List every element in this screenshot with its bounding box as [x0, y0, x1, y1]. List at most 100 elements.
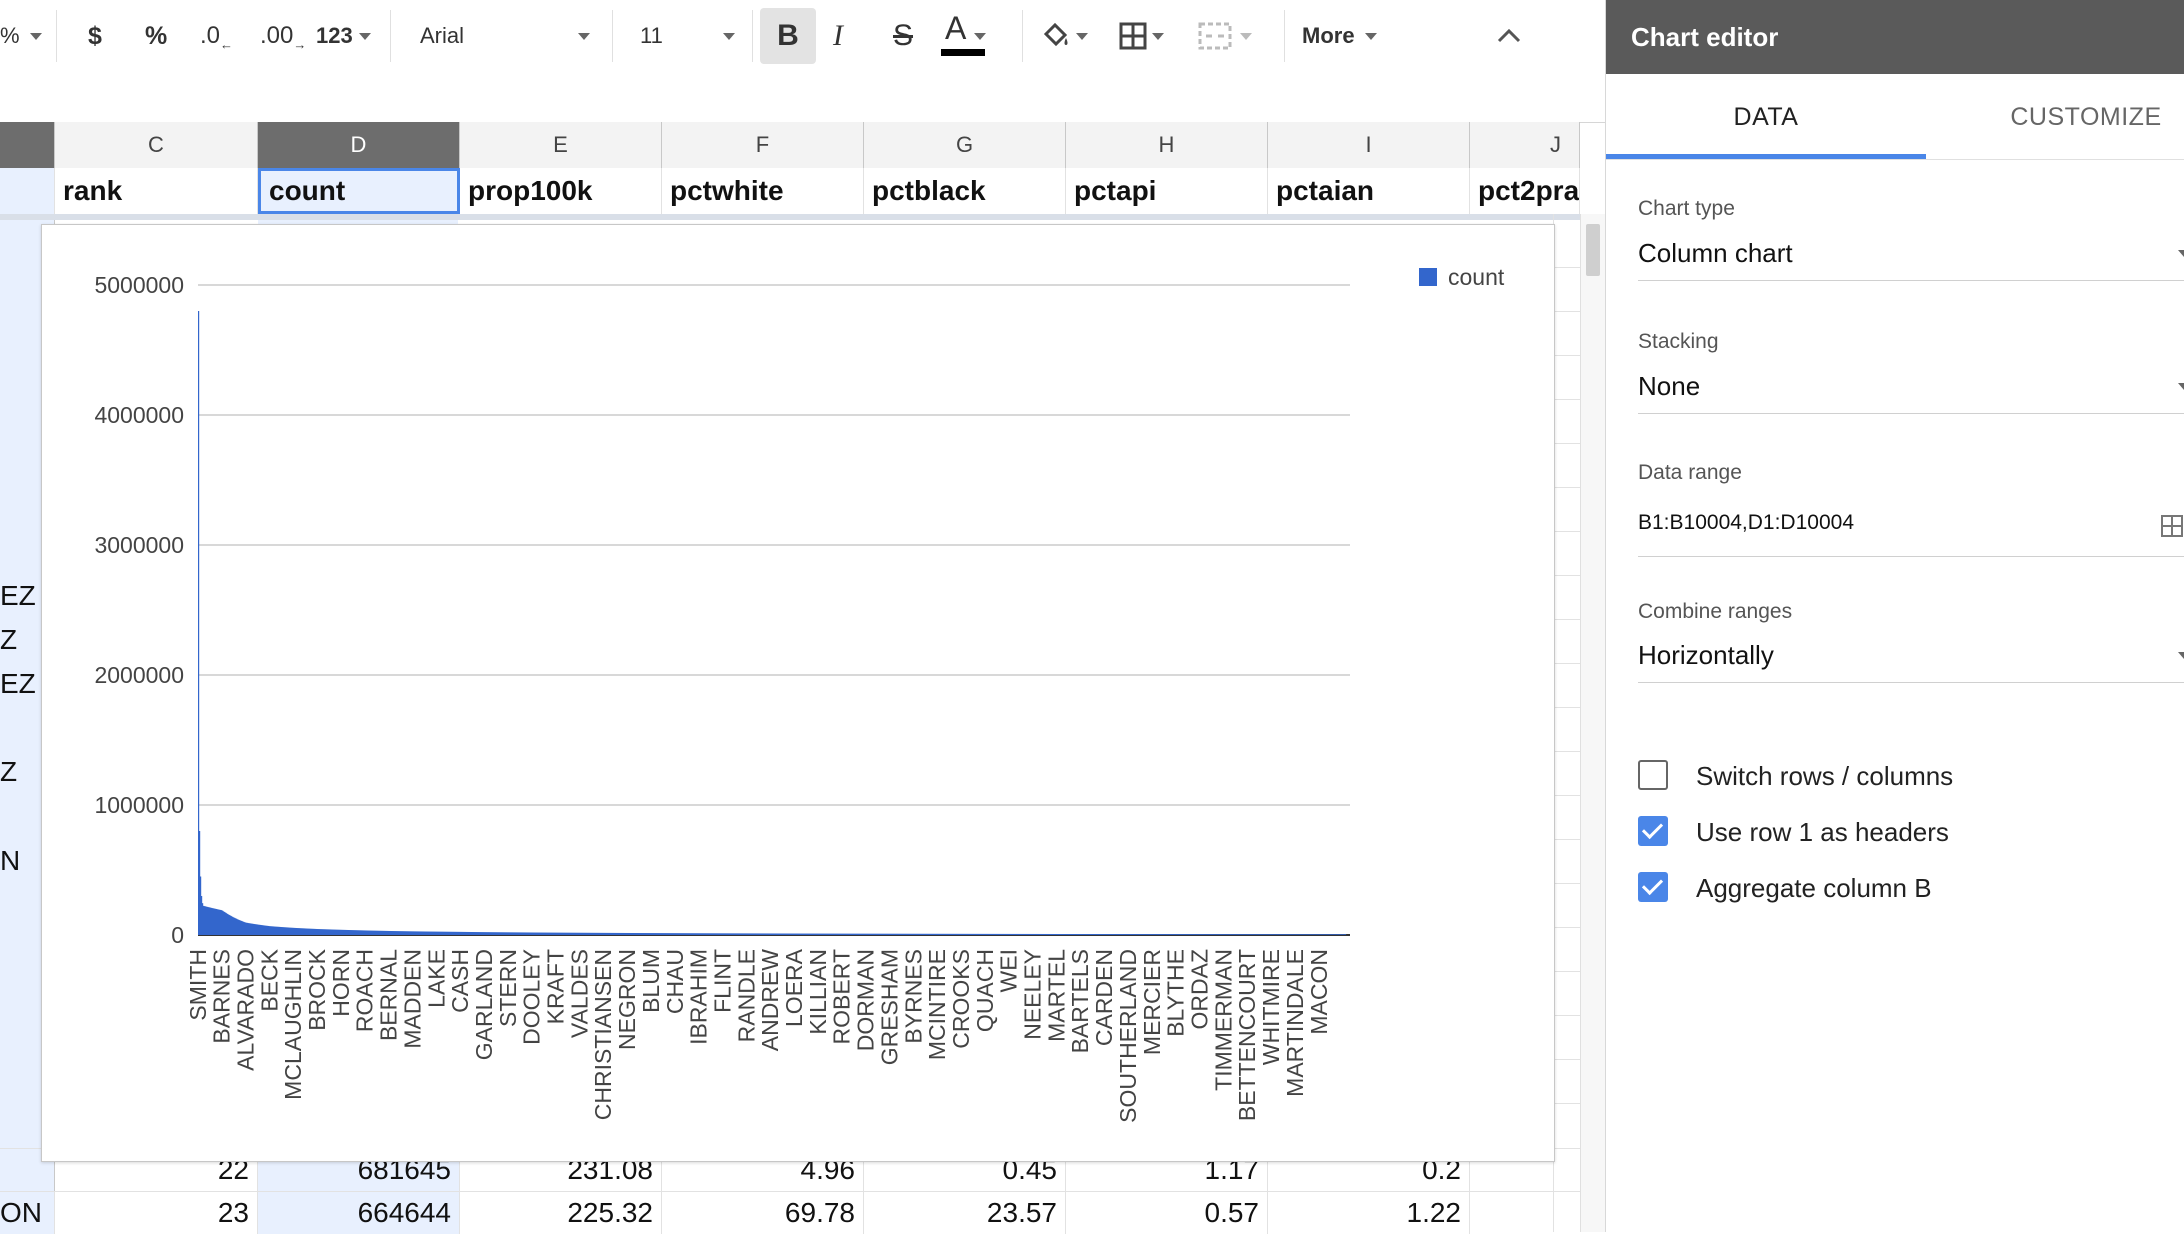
cell-e1[interactable]: prop100k [460, 168, 662, 214]
stacking-select[interactable]: None [1638, 371, 1700, 402]
percent-partial-label: % [0, 23, 20, 48]
increase-decimal-label: .00 [260, 22, 294, 49]
aggregate-column-b-checkbox[interactable] [1638, 872, 1668, 902]
column-header-b[interactable] [0, 122, 55, 168]
more-button[interactable]: More [1302, 0, 1402, 72]
column-header-e[interactable]: E [460, 122, 662, 168]
column-chart[interactable]: 0 1000000 2000000 3000000 4000000 5000000 SMIT… [41, 224, 1555, 1162]
switch-rows-columns-label[interactable]: Switch rows / columns [1696, 761, 1953, 792]
chevron-down-icon [1076, 32, 1088, 40]
chevron-down-icon [1240, 32, 1252, 40]
bar [1345, 934, 1347, 935]
chevron-down-icon [358, 32, 371, 40]
y-tick-label: 1000000 [94, 792, 184, 818]
increase-decimal-button[interactable]: .00 → [260, 0, 306, 72]
aggregate-column-b-label[interactable]: Aggregate column B [1696, 873, 1932, 904]
arrow-right-icon: → [293, 36, 307, 52]
cell-j1[interactable]: pct2pra [1470, 168, 1580, 214]
switch-rows-columns-checkbox[interactable] [1638, 760, 1668, 790]
italic-button[interactable]: I [833, 0, 863, 72]
y-tick-label: 2000000 [94, 662, 184, 688]
tab-customize[interactable]: CUSTOMIZE [1926, 74, 2184, 160]
x-tick-label: KRAFT [543, 949, 569, 1024]
chart-canvas: 0 1000000 2000000 3000000 4000000 5000000 SMIT… [94, 264, 1505, 1123]
column-header-f[interactable]: F [662, 122, 864, 168]
x-tick-label: MARTEL [1043, 949, 1069, 1042]
cell-pctaian[interactable]: 1.22 [1268, 1192, 1470, 1234]
percent-format-button[interactable]: % [145, 0, 175, 72]
x-tick-label: LAKE [423, 949, 449, 1008]
column-header-i[interactable]: I [1268, 122, 1470, 168]
cell-prop100k[interactable]: 225.32 [460, 1192, 662, 1234]
cell-b-fragment: N [0, 845, 21, 876]
stacking-label: Stacking [1638, 330, 1719, 353]
font-family-select[interactable]: Arial [420, 0, 590, 72]
cell-pctblack[interactable]: 23.57 [864, 1192, 1066, 1234]
cell-rank[interactable]: 23 [55, 1192, 258, 1234]
legend-label: count [1448, 264, 1505, 290]
frozen-row-divider[interactable] [0, 214, 1580, 220]
combine-ranges-label: Combine ranges [1638, 600, 1793, 623]
decrease-decimal-button[interactable]: .0 ← [200, 0, 240, 72]
use-row1-headers-label[interactable]: Use row 1 as headers [1696, 817, 1949, 848]
formula-bar[interactable] [0, 72, 1605, 123]
combine-ranges-select[interactable]: Horizontally [1638, 640, 1774, 671]
collapse-toolbar-button[interactable] [1496, 0, 1526, 72]
x-tick-label: VALDES [566, 949, 592, 1038]
column-headers: C D E F G H I J [0, 122, 1580, 169]
x-tick-label: GARLAND [471, 949, 497, 1060]
cell-pctwhite[interactable]: 69.78 [662, 1192, 864, 1234]
x-tick-label: GRESHAM [876, 949, 902, 1065]
chart-type-label: Chart type [1638, 197, 1735, 220]
cell-f1[interactable]: pctwhite [662, 168, 864, 214]
x-tick-label: ROACH [352, 949, 378, 1032]
decrease-decimal-label: .0 [200, 22, 221, 49]
scrollbar-thumb[interactable] [1586, 224, 1600, 276]
cell-d1[interactable]: count [258, 168, 460, 214]
fill-color-button[interactable] [1040, 0, 1100, 72]
chevron-down-icon[interactable] [2178, 652, 2184, 659]
strikethrough-button[interactable]: S [893, 0, 923, 72]
cell-pctapi[interactable]: 0.57 [1066, 1192, 1268, 1234]
x-tick-label: BARNES [209, 949, 235, 1044]
chart-type-select[interactable]: Column chart [1638, 238, 1793, 269]
more-formats-button[interactable]: 123 [316, 0, 376, 72]
cell-count[interactable]: 664644 [258, 1192, 460, 1234]
column-header-g[interactable]: G [864, 122, 1066, 168]
chevron-down-icon[interactable] [2178, 250, 2184, 257]
select-range-icon[interactable] [2161, 515, 2183, 537]
tab-data[interactable]: DATA [1606, 74, 1926, 160]
x-tick-label: MARTINDALE [1282, 949, 1308, 1097]
cell-h1[interactable]: pctapi [1066, 168, 1268, 214]
column-header-c[interactable]: C [55, 122, 258, 168]
chevron-down-icon [974, 32, 987, 40]
data-range-input[interactable]: B1:B10004,D1:D10004 [1638, 511, 1854, 535]
chevron-down-icon[interactable] [2178, 383, 2184, 390]
x-tick-label: DOOLEY [519, 949, 545, 1045]
x-tick-label: CASH [447, 949, 473, 1013]
borders-button[interactable] [1118, 0, 1178, 72]
cell-b-fragment[interactable]: ON [0, 1192, 55, 1234]
use-row1-headers-checkbox[interactable] [1638, 816, 1668, 846]
cell-c1[interactable]: rank [55, 168, 258, 214]
column-header-h[interactable]: H [1066, 122, 1268, 168]
cell-g1[interactable]: pctblack [864, 168, 1066, 214]
legend-swatch [1419, 268, 1437, 286]
x-tick-label: ANDREW [757, 949, 783, 1052]
vertical-scrollbar[interactable] [1580, 214, 1606, 1232]
merge-cells-button[interactable] [1198, 0, 1270, 72]
x-tick-label: BYRNES [900, 949, 926, 1044]
chevron-down-icon [29, 32, 42, 40]
bold-button[interactable]: B [760, 8, 816, 64]
y-tick-label: 4000000 [94, 402, 184, 428]
cell-i1[interactable]: pctaian [1268, 168, 1470, 214]
currency-format-button[interactable]: $ [88, 0, 118, 72]
column-header-j[interactable]: J [1470, 122, 1580, 168]
header-row: rank count prop100k pctwhite pctblack pc… [0, 168, 1580, 215]
x-tick-label: BECK [256, 948, 282, 1011]
cell-b1[interactable] [0, 168, 55, 214]
percent-format-partial[interactable]: % [0, 0, 46, 72]
column-header-d[interactable]: D [258, 122, 460, 168]
chevron-down-icon [723, 32, 735, 40]
font-size-select[interactable]: 11 [640, 0, 735, 72]
